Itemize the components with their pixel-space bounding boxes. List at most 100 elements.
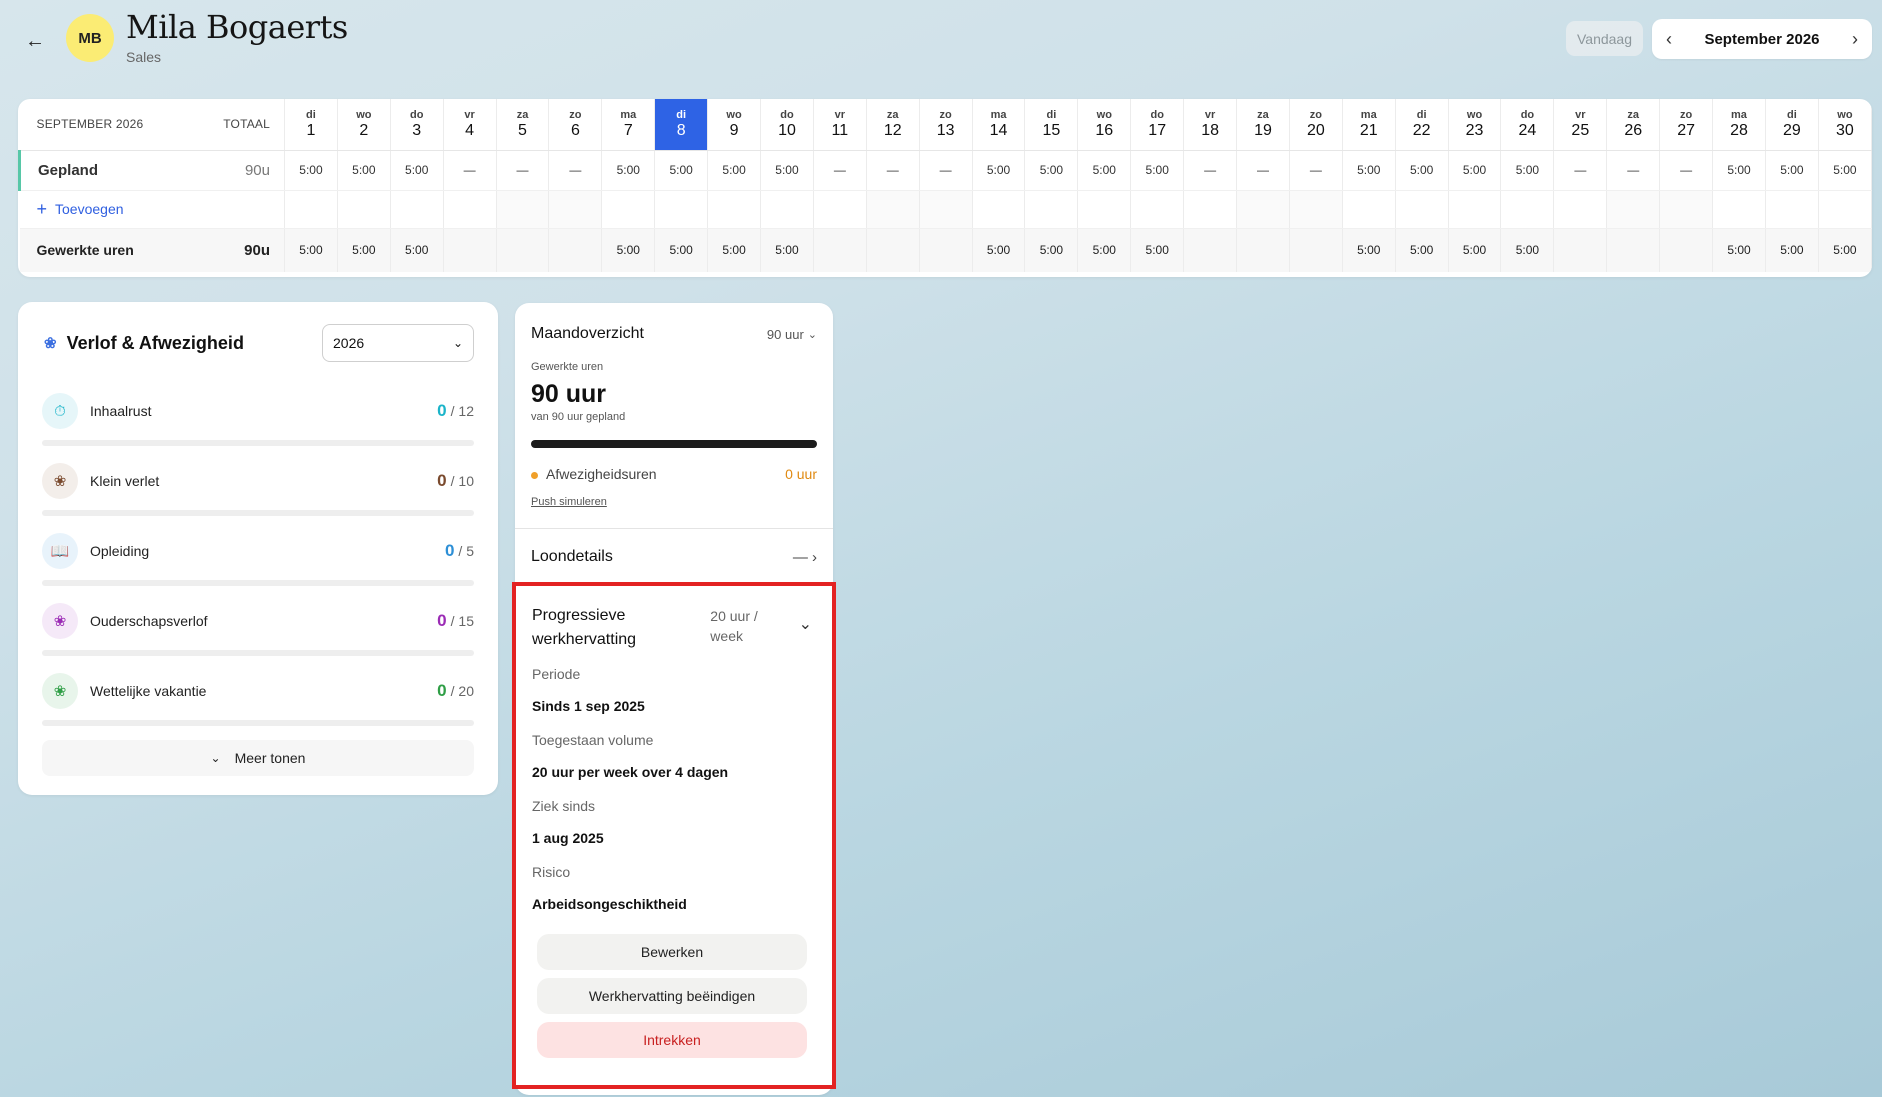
day-header[interactable]: za 5 <box>496 99 550 151</box>
add-cell[interactable] <box>972 190 1026 229</box>
push-simulate-link[interactable]: Push simuleren <box>531 496 607 508</box>
day-header[interactable]: za 12 <box>866 99 920 151</box>
planned-cell[interactable]: 5:00 <box>1077 150 1132 191</box>
planned-cell[interactable]: — <box>1289 150 1343 191</box>
add-cell[interactable] <box>1395 190 1449 229</box>
planned-cell[interactable]: 5:00 <box>707 150 762 191</box>
add-cell[interactable] <box>654 190 709 229</box>
planned-cell[interactable]: 5:00 <box>1130 150 1185 191</box>
day-header[interactable]: zo 20 <box>1289 99 1343 151</box>
add-cell[interactable] <box>813 190 867 229</box>
planned-cell[interactable]: — <box>866 150 920 191</box>
add-cell[interactable] <box>496 190 550 229</box>
planned-cell[interactable]: — <box>919 150 973 191</box>
add-cell[interactable] <box>1500 190 1555 229</box>
show-more-button[interactable]: ⌄ Meer tonen <box>42 740 474 776</box>
add-cell[interactable] <box>1342 190 1396 229</box>
add-cell[interactable] <box>1289 190 1343 229</box>
day-header[interactable]: do 17 <box>1130 99 1185 151</box>
back-button[interactable]: ← <box>22 28 48 54</box>
day-header[interactable]: di 15 <box>1024 99 1079 151</box>
planned-cell[interactable]: 5:00 <box>601 150 656 191</box>
salary-details-row[interactable]: Loondetails — › <box>515 529 833 585</box>
add-cell[interactable] <box>1765 190 1819 229</box>
day-header[interactable]: wo 23 <box>1448 99 1502 151</box>
add-cell[interactable] <box>548 190 603 229</box>
planned-cell[interactable]: 5:00 <box>1395 150 1449 191</box>
add-cell[interactable] <box>866 190 920 229</box>
day-header[interactable]: do 3 <box>390 99 444 151</box>
planned-cell[interactable]: — <box>813 150 867 191</box>
planned-cell[interactable]: 5:00 <box>1342 150 1396 191</box>
add-cell[interactable] <box>1130 190 1185 229</box>
day-header[interactable]: di 1 <box>284 99 338 151</box>
planned-cell[interactable]: — <box>496 150 550 191</box>
day-header[interactable]: wo 16 <box>1077 99 1132 151</box>
end-return-button[interactable]: Werkhervatting beëindigen <box>537 978 807 1014</box>
planned-cell[interactable]: 5:00 <box>1500 150 1555 191</box>
planned-cell[interactable]: — <box>443 150 497 191</box>
day-header[interactable]: di 22 <box>1395 99 1449 151</box>
planned-cell[interactable]: 5:00 <box>337 150 391 191</box>
add-cell[interactable] <box>284 190 338 229</box>
planned-cell[interactable]: 5:00 <box>1024 150 1079 191</box>
add-cell[interactable] <box>1659 190 1714 229</box>
add-cell[interactable] <box>601 190 656 229</box>
add-cell[interactable] <box>390 190 444 229</box>
chevron-down-icon[interactable]: ⌄ <box>799 614 812 652</box>
day-header[interactable]: ma 21 <box>1342 99 1396 151</box>
planned-cell[interactable]: 5:00 <box>654 150 709 191</box>
add-cell[interactable] <box>1236 190 1290 229</box>
day-header[interactable]: wo 2 <box>337 99 391 151</box>
add-cell[interactable] <box>1818 190 1872 229</box>
day-header[interactable]: wo 30 <box>1818 99 1872 151</box>
planned-cell[interactable]: — <box>548 150 603 191</box>
chevron-right-icon[interactable]: › <box>1852 29 1858 50</box>
planned-cell[interactable]: — <box>1183 150 1238 191</box>
planned-cell[interactable]: 5:00 <box>1448 150 1502 191</box>
leave-item[interactable]: 📖 Opleiding 0/ 5 <box>42 516 474 586</box>
day-header[interactable]: ma 28 <box>1712 99 1766 151</box>
day-header[interactable]: ma 14 <box>972 99 1026 151</box>
day-header[interactable]: do 10 <box>760 99 814 151</box>
leave-item[interactable]: ❀ Ouderschapsverlof 0/ 15 <box>42 586 474 656</box>
day-header[interactable]: zo 6 <box>548 99 603 151</box>
day-header[interactable]: ma 7 <box>601 99 656 151</box>
planned-cell[interactable]: 5:00 <box>760 150 814 191</box>
leave-item[interactable]: ❀ Wettelijke vakantie 0/ 20 <box>42 656 474 726</box>
leave-item[interactable]: ❀ Klein verlet 0/ 10 <box>42 446 474 516</box>
planned-cell[interactable]: — <box>1606 150 1661 191</box>
planned-cell[interactable]: — <box>1553 150 1608 191</box>
day-header[interactable]: do 24 <box>1500 99 1555 151</box>
planned-cell[interactable]: — <box>1236 150 1290 191</box>
day-header[interactable]: vr 4 <box>443 99 497 151</box>
day-header[interactable]: wo 9 <box>707 99 762 151</box>
today-button[interactable]: Vandaag <box>1566 21 1643 56</box>
add-cell[interactable] <box>1606 190 1661 229</box>
chevron-left-icon[interactable]: ‹ <box>1666 29 1672 50</box>
planned-cell[interactable]: 5:00 <box>1818 150 1872 191</box>
planned-cell[interactable]: 5:00 <box>284 150 338 191</box>
leave-item[interactable]: ⏱ Inhaalrust 0/ 12 <box>42 376 474 446</box>
day-header[interactable]: za 26 <box>1606 99 1661 151</box>
day-header[interactable]: zo 27 <box>1659 99 1714 151</box>
add-cell[interactable] <box>707 190 762 229</box>
day-header[interactable]: di 8 <box>654 99 709 151</box>
day-header[interactable]: vr 18 <box>1183 99 1238 151</box>
add-cell[interactable] <box>760 190 814 229</box>
add-cell[interactable] <box>1712 190 1766 229</box>
planned-cell[interactable]: — <box>1659 150 1714 191</box>
add-cell[interactable] <box>1448 190 1502 229</box>
add-cell[interactable] <box>443 190 497 229</box>
planned-cell[interactable]: 5:00 <box>390 150 444 191</box>
day-header[interactable]: vr 11 <box>813 99 867 151</box>
planned-cell[interactable]: 5:00 <box>972 150 1026 191</box>
add-cell[interactable] <box>1553 190 1608 229</box>
planned-cell[interactable]: 5:00 <box>1712 150 1766 191</box>
add-cell[interactable] <box>1077 190 1132 229</box>
revoke-button[interactable]: Intrekken <box>537 1022 807 1058</box>
day-header[interactable]: di 29 <box>1765 99 1819 151</box>
add-cell[interactable] <box>1024 190 1079 229</box>
add-button[interactable]: + Toevoegen <box>20 199 285 220</box>
planned-cell[interactable]: 5:00 <box>1765 150 1819 191</box>
